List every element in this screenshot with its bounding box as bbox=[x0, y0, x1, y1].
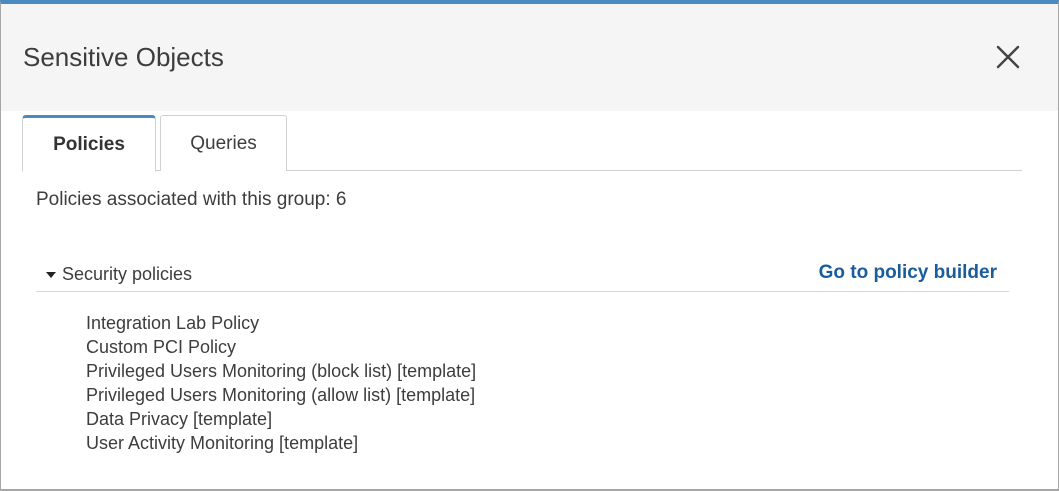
go-to-policy-builder-link[interactable]: Go to policy builder bbox=[819, 262, 997, 284]
policy-list: Integration Lab Policy Custom PCI Policy… bbox=[86, 311, 476, 455]
section-toggle[interactable]: Security policies bbox=[46, 264, 192, 285]
close-icon bbox=[996, 45, 1020, 69]
policy-count-text: Policies associated with this group: 6 bbox=[36, 189, 347, 210]
dialog-title: Sensitive Objects bbox=[23, 42, 224, 72]
close-button[interactable] bbox=[990, 39, 1026, 75]
caret-down-icon bbox=[46, 272, 56, 278]
dialog-header: Sensitive Objects bbox=[1, 4, 1058, 111]
list-item: Privileged Users Monitoring (block list)… bbox=[86, 361, 477, 381]
security-policies-section-header: Security policies Go to policy builder bbox=[36, 260, 1009, 292]
list-item: Integration Lab Policy bbox=[86, 313, 260, 333]
sensitive-objects-dialog: Sensitive Objects Policies Queries Polic… bbox=[0, 0, 1059, 491]
tab-queries[interactable]: Queries bbox=[160, 115, 287, 171]
list-item: User Activity Monitoring [template] bbox=[86, 433, 359, 453]
list-item: Privileged Users Monitoring (allow list)… bbox=[86, 385, 476, 405]
section-label: Security policies bbox=[62, 264, 193, 284]
tab-policies[interactable]: Policies bbox=[22, 115, 156, 172]
list-item: Data Privacy [template] bbox=[86, 409, 273, 429]
tab-bar: Policies Queries bbox=[22, 111, 1022, 172]
list-item: Custom PCI Policy bbox=[86, 337, 237, 357]
